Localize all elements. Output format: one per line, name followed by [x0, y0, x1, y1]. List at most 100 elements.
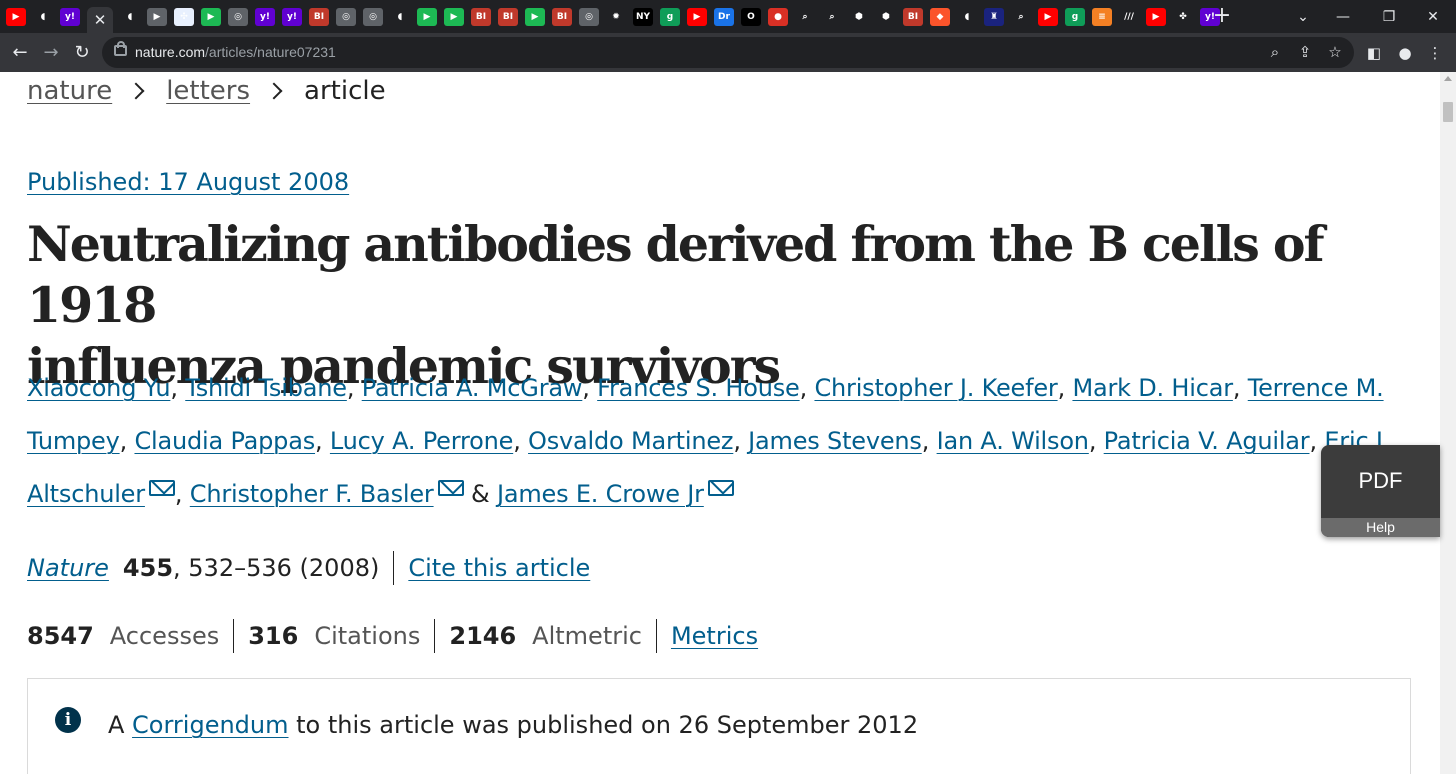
- corrigendum-notice: i A Corrigendum to this article was publ…: [27, 678, 1411, 774]
- globe-icon[interactable]: ◎: [579, 8, 599, 26]
- shield-tab-icon[interactable]: ◖: [33, 8, 53, 26]
- hex-icon[interactable]: ⬢: [849, 8, 869, 26]
- author-link[interactable]: Osvaldo Martinez: [528, 427, 733, 455]
- cite-this-article-link[interactable]: Cite this article: [408, 554, 590, 582]
- lock-icon[interactable]: [114, 41, 127, 56]
- bi-icon[interactable]: BI: [471, 8, 491, 26]
- globe-icon[interactable]: ◎: [228, 8, 248, 26]
- author-separator: ,: [1088, 427, 1104, 455]
- author-link[interactable]: James Stevens: [748, 427, 922, 455]
- mail-icon[interactable]: [707, 480, 734, 496]
- shield-tab-icon[interactable]: ◖: [390, 8, 410, 26]
- circle-icon[interactable]: O: [741, 8, 761, 26]
- hex-icon[interactable]: ⬢: [876, 8, 896, 26]
- search-tab-icon[interactable]: ⌕: [795, 8, 815, 26]
- dr-icon[interactable]: Dr: [714, 8, 734, 26]
- play-green-icon[interactable]: ▶: [417, 8, 437, 26]
- scrollbar-thumb[interactable]: [1443, 102, 1453, 122]
- g-icon[interactable]: g: [660, 8, 680, 26]
- forward-icon[interactable]: →: [37, 38, 65, 66]
- url-text[interactable]: nature.com/articles/nature07231: [135, 44, 336, 60]
- mail-icon[interactable]: [148, 480, 175, 496]
- author-link[interactable]: James E. Crowe Jr: [497, 480, 704, 508]
- author-link[interactable]: Claudia Pappas: [134, 427, 315, 455]
- yahoo-icon[interactable]: y!: [282, 8, 302, 26]
- yahoo-icon[interactable]: y!: [255, 8, 275, 26]
- play-green-icon[interactable]: ▶: [525, 8, 545, 26]
- author-link[interactable]: Christopher F. Basler: [190, 480, 434, 508]
- bi-icon[interactable]: BI: [498, 8, 518, 26]
- yahoo-icon[interactable]: y!: [60, 8, 80, 26]
- share-icon[interactable]: ⇪: [1295, 42, 1315, 62]
- shield-tab-icon[interactable]: ◖: [120, 8, 140, 26]
- breadcrumb-nature-link[interactable]: nature: [27, 76, 112, 106]
- crest-icon[interactable]: ♜: [984, 8, 1004, 26]
- minimize-icon[interactable]: —: [1320, 0, 1366, 33]
- corrigendum-link[interactable]: Corrigendum: [132, 711, 288, 739]
- address-bar[interactable]: nature.com/articles/nature07231 ⌕ ⇪ ☆: [102, 37, 1354, 68]
- italic-icon[interactable]: ///: [1119, 8, 1139, 26]
- author-separator: ,: [582, 374, 598, 402]
- play-green-icon[interactable]: ▶: [201, 8, 221, 26]
- side-panel-icon[interactable]: ◧: [1363, 43, 1385, 63]
- youtube-icon[interactable]: ▶: [1038, 8, 1058, 26]
- author-link[interactable]: Frances S. House: [597, 374, 800, 402]
- author-link[interactable]: Mark D. Hicar: [1072, 374, 1233, 402]
- close-window-icon[interactable]: ✕: [1410, 0, 1456, 33]
- bookmark-star-icon[interactable]: ☆: [1325, 42, 1345, 62]
- author-link[interactable]: Tshidi Tsibane: [185, 374, 347, 402]
- pdf-button[interactable]: PDF: [1321, 445, 1440, 517]
- puzzle-icon[interactable]: ✣: [174, 8, 194, 26]
- profile-icon[interactable]: ●: [1394, 43, 1416, 63]
- author-separator: ,: [733, 427, 749, 455]
- help-button[interactable]: Help: [1321, 518, 1440, 537]
- flag-icon[interactable]: ▶: [147, 8, 167, 26]
- globe-icon[interactable]: ◎: [336, 8, 356, 26]
- divider: [393, 551, 395, 585]
- author-link[interactable]: Ian A. Wilson: [937, 427, 1089, 455]
- notice-text: A Corrigendum to this article was publis…: [108, 711, 918, 739]
- bi-icon[interactable]: BI: [903, 8, 923, 26]
- mic-icon[interactable]: ●: [768, 8, 788, 26]
- author-link[interactable]: Patricia V. Aguilar: [1104, 427, 1310, 455]
- globe-icon[interactable]: ◎: [363, 8, 383, 26]
- mail-icon[interactable]: [437, 480, 464, 496]
- citations-label: Citations: [314, 622, 421, 650]
- youtube-icon[interactable]: ▶: [687, 8, 707, 26]
- bi-icon[interactable]: BI: [552, 8, 572, 26]
- search-tab-icon[interactable]: ⌕: [822, 8, 842, 26]
- shield-tab-icon[interactable]: ◖: [957, 8, 977, 26]
- breadcrumb-letters-link[interactable]: letters: [166, 76, 250, 106]
- author-link[interactable]: Lucy A. Perrone: [330, 427, 513, 455]
- news-icon[interactable]: NY: [633, 8, 653, 26]
- scroll-up-arrow-icon[interactable]: [1444, 76, 1452, 81]
- new-tab-button[interactable]: +: [1210, 3, 1234, 29]
- menu-kebab-icon[interactable]: ⋮: [1424, 43, 1446, 63]
- burst-icon[interactable]: ✹: [606, 8, 626, 26]
- zoom-icon[interactable]: ⌕: [1265, 42, 1285, 62]
- tab-list: ▶ ◖ y! ✕ ◖ ▶ ✣ ▶ ◎ y! y! BI ◎ ◎ ◖ ▶ ▶ BI BI ▶ BI ◎ ✹ NY g ▶ Dr O ● ⌕ ⌕…: [6, 7, 1227, 33]
- published-date-link[interactable]: Published: 17 August 2008: [27, 168, 349, 196]
- search-tab-icon[interactable]: ⌕: [1011, 8, 1031, 26]
- citation-row: Nature 455 , 532–536 (2008) Cite this ar…: [27, 550, 590, 586]
- pdf-widget: PDF Help: [1321, 445, 1440, 537]
- author-link[interactable]: Xiaocong Yu: [27, 374, 171, 402]
- bi-icon[interactable]: BI: [309, 8, 329, 26]
- youtube-icon[interactable]: ▶: [1146, 8, 1166, 26]
- back-icon[interactable]: ←: [6, 38, 34, 66]
- author-link[interactable]: Patricia A. McGraw: [362, 374, 583, 402]
- vertical-scrollbar[interactable]: [1440, 72, 1456, 774]
- reload-icon[interactable]: ↻: [68, 38, 96, 66]
- close-tab-icon[interactable]: ✕: [87, 7, 113, 33]
- restore-icon[interactable]: ❐: [1366, 0, 1412, 33]
- stack-icon[interactable]: ≡: [1092, 8, 1112, 26]
- journal-link[interactable]: Nature: [27, 554, 109, 582]
- plant-icon[interactable]: ✤: [1173, 8, 1193, 26]
- author-link[interactable]: Christopher J. Keefer: [814, 374, 1057, 402]
- play-green-icon[interactable]: ▶: [444, 8, 464, 26]
- brave-icon[interactable]: ◆: [930, 8, 950, 26]
- g-icon[interactable]: g: [1065, 8, 1085, 26]
- breadcrumb-current: article: [304, 76, 386, 106]
- metrics-link[interactable]: Metrics: [671, 622, 758, 650]
- youtube-icon[interactable]: ▶: [6, 8, 26, 26]
